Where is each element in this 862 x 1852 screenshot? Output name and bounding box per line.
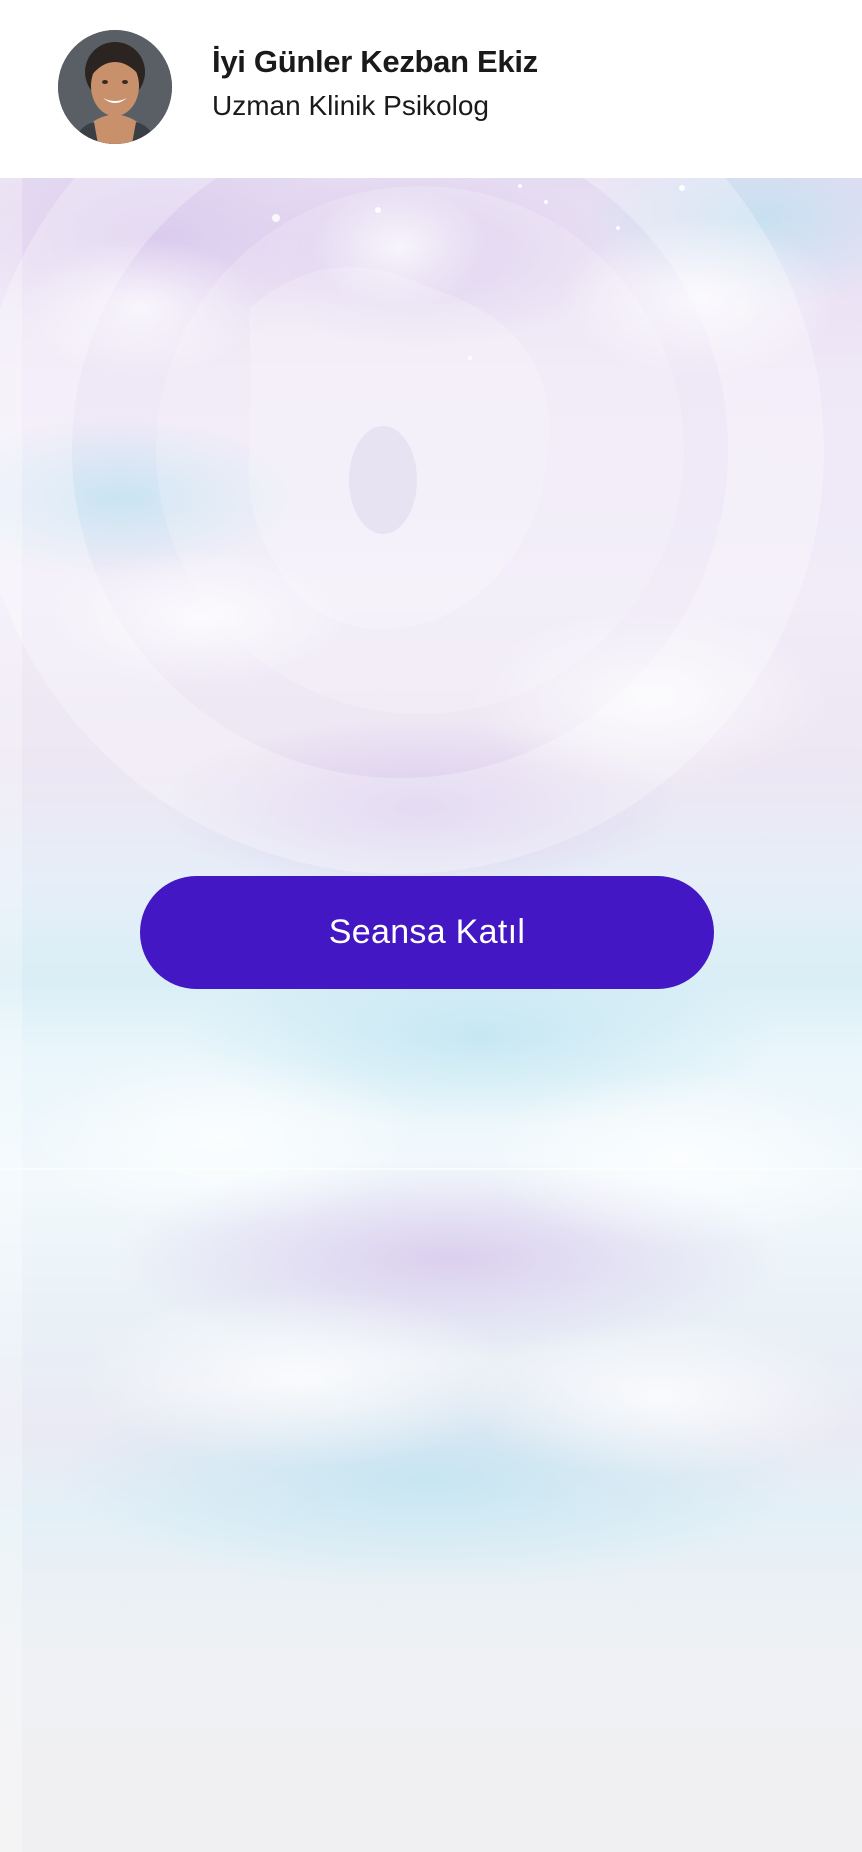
greeting-text: İyi Günler Kezban Ekiz <box>212 44 538 79</box>
profession-title: Uzman Klinik Psikolog <box>212 90 489 121</box>
background-decoration <box>0 178 862 1852</box>
user-photo-icon <box>58 30 172 144</box>
join-session-button[interactable]: Seansa Katıl <box>140 876 714 989</box>
avatar[interactable] <box>58 30 172 144</box>
app-screen: İyi Günler Kezban Ekiz Uzman Klinik Psik… <box>0 0 862 1852</box>
sky-background <box>0 178 862 1852</box>
top-header: İyi Günler Kezban Ekiz Uzman Klinik Psik… <box>0 0 862 178</box>
